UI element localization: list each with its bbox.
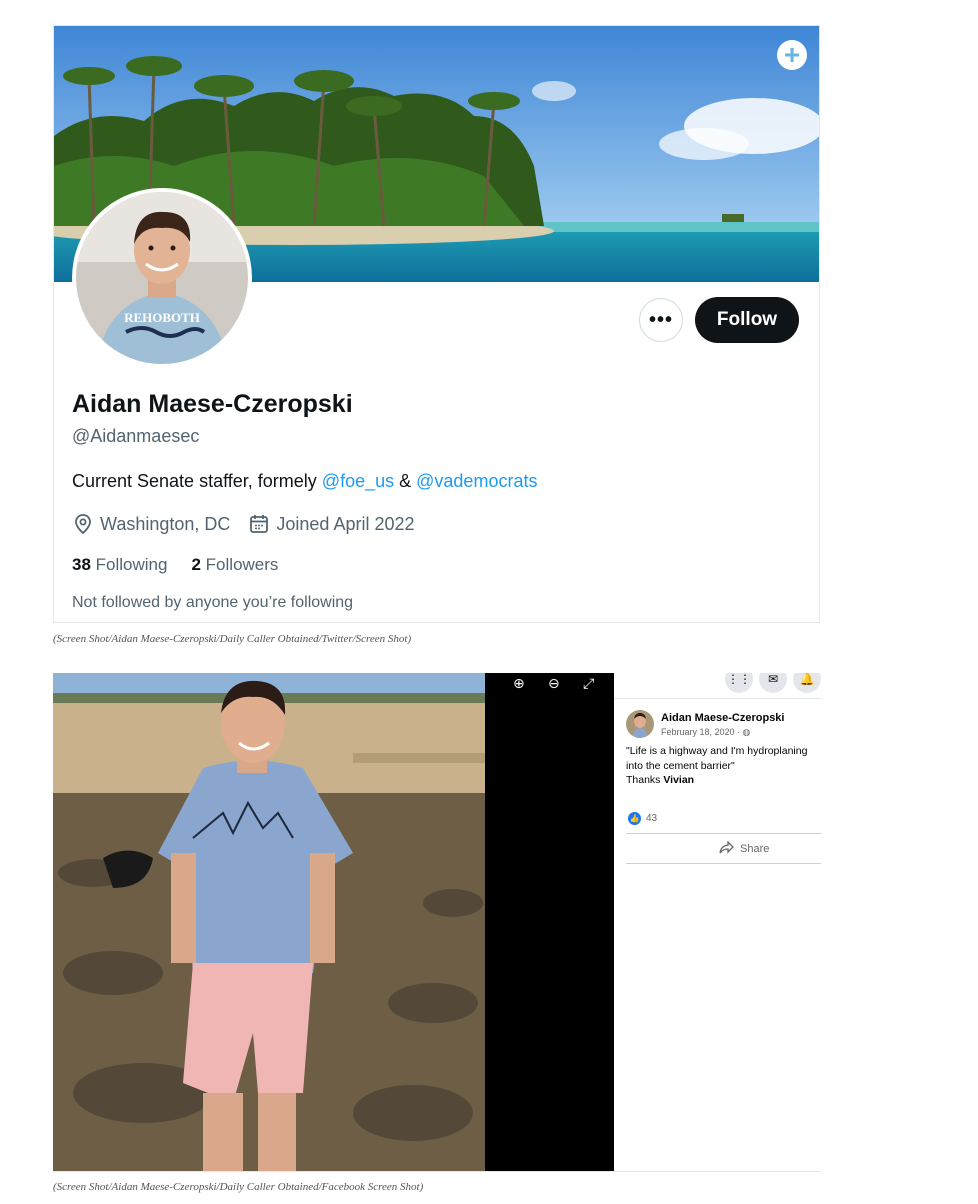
reaction-summary[interactable]: 👍 43	[628, 812, 657, 825]
avatar-image: REHOBOTH	[76, 192, 248, 364]
photo-viewer-panel: ⊕ ⊖ ⤢	[485, 673, 614, 1171]
top-divider	[614, 698, 821, 699]
fullscreen-icon[interactable]: ⤢	[583, 675, 594, 692]
twitter-profile-card: + REHOBOTH ••• Follow Aidan Maese-Czerop…	[53, 25, 820, 623]
action-divider-bottom	[626, 863, 821, 864]
mention-link-vademocrats[interactable]: @vademocrats	[416, 471, 537, 491]
follow-counts: 38 Following 2 Followers	[72, 555, 278, 575]
action-divider-top	[626, 833, 821, 834]
notifications-bell-icon[interactable]: 🔔	[793, 673, 821, 693]
post-text: "Life is a highway and I'm hydroplaning …	[626, 744, 821, 788]
post-author-avatar[interactable]	[626, 710, 654, 738]
following-label: Following	[95, 555, 168, 574]
profile-avatar[interactable]: REHOBOTH	[72, 188, 252, 368]
post-line-2: into the cement barrier"	[626, 759, 735, 772]
followers-link[interactable]: 2 Followers	[191, 555, 278, 575]
zoom-in-icon[interactable]: ⊕	[513, 675, 525, 692]
profile-handle: @Aidanmaesec	[72, 426, 200, 446]
facebook-screenshot: ⊕ ⊖ ⤢ ⋮⋮ ✉ 🔔 Aidan Maese-Czeropski Febru…	[53, 673, 821, 1172]
bio-amp: &	[394, 471, 417, 491]
share-label: Share	[740, 843, 770, 855]
mention-link-foe-us[interactable]: @foe_us	[322, 471, 394, 491]
top-nav-icons: ⋮⋮ ✉ 🔔	[725, 673, 821, 693]
followers-label: Followers	[205, 555, 279, 574]
photo-image	[53, 673, 485, 1171]
facebook-photo[interactable]	[53, 673, 485, 1171]
post-line-1: "Life is a highway and I'm hydroplaning	[626, 745, 808, 757]
post-line-3: Thanks Vivian	[626, 773, 821, 788]
plus-circle-icon: +	[783, 39, 801, 70]
profile-name: Aidan Maese-Czeropski	[72, 390, 353, 418]
location-text: Washington, DC	[100, 513, 231, 534]
globe-icon: ◍	[742, 727, 751, 737]
profile-meta: Washington, DC Joined April 2022	[72, 513, 415, 535]
caption-twitter: (Screen Shot/Aidan Maese-Czeropski/Daily…	[53, 633, 412, 645]
share-arrow-icon	[719, 840, 734, 857]
add-photo-button[interactable]: +	[777, 40, 807, 70]
joined-date: Joined April 2022	[276, 513, 415, 534]
like-count: 43	[646, 813, 658, 824]
post-date-text[interactable]: February 18, 2020 ·	[661, 727, 743, 737]
thanks-text: Thanks	[626, 774, 664, 786]
post-sidebar: ⋮⋮ ✉ 🔔 Aidan Maese-Czeropski February 18…	[614, 673, 821, 1171]
follow-button[interactable]: Follow	[695, 297, 799, 343]
caption-facebook: (Screen Shot/Aidan Maese-Czeropski/Daily…	[53, 1181, 424, 1193]
followers-count: 2	[191, 555, 201, 574]
like-icon: 👍	[628, 812, 641, 825]
svg-text:REHOBOTH: REHOBOTH	[124, 310, 200, 325]
post-author-name[interactable]: Aidan Maese-Czeropski	[661, 712, 784, 724]
bio-text: Current Senate staffer, formely	[72, 471, 322, 491]
share-button[interactable]: Share	[719, 840, 770, 857]
calendar-icon	[248, 513, 270, 535]
following-count: 38	[72, 555, 91, 574]
more-options-button[interactable]: •••	[639, 298, 683, 342]
post-date: February 18, 2020 · ◍	[661, 727, 750, 738]
messenger-icon[interactable]: ✉	[759, 673, 787, 693]
tagged-friend[interactable]: Vivian	[663, 774, 694, 786]
more-icon: •••	[648, 308, 673, 331]
following-link[interactable]: 38 Following	[72, 555, 167, 575]
profile-bio: Current Senate staffer, formely @foe_us …	[72, 471, 537, 492]
location-pin-icon	[72, 513, 94, 535]
zoom-out-icon[interactable]: ⊖	[548, 675, 560, 692]
menu-grid-icon[interactable]: ⋮⋮	[725, 673, 753, 693]
not-followed-notice: Not followed by anyone you’re following	[72, 594, 354, 611]
